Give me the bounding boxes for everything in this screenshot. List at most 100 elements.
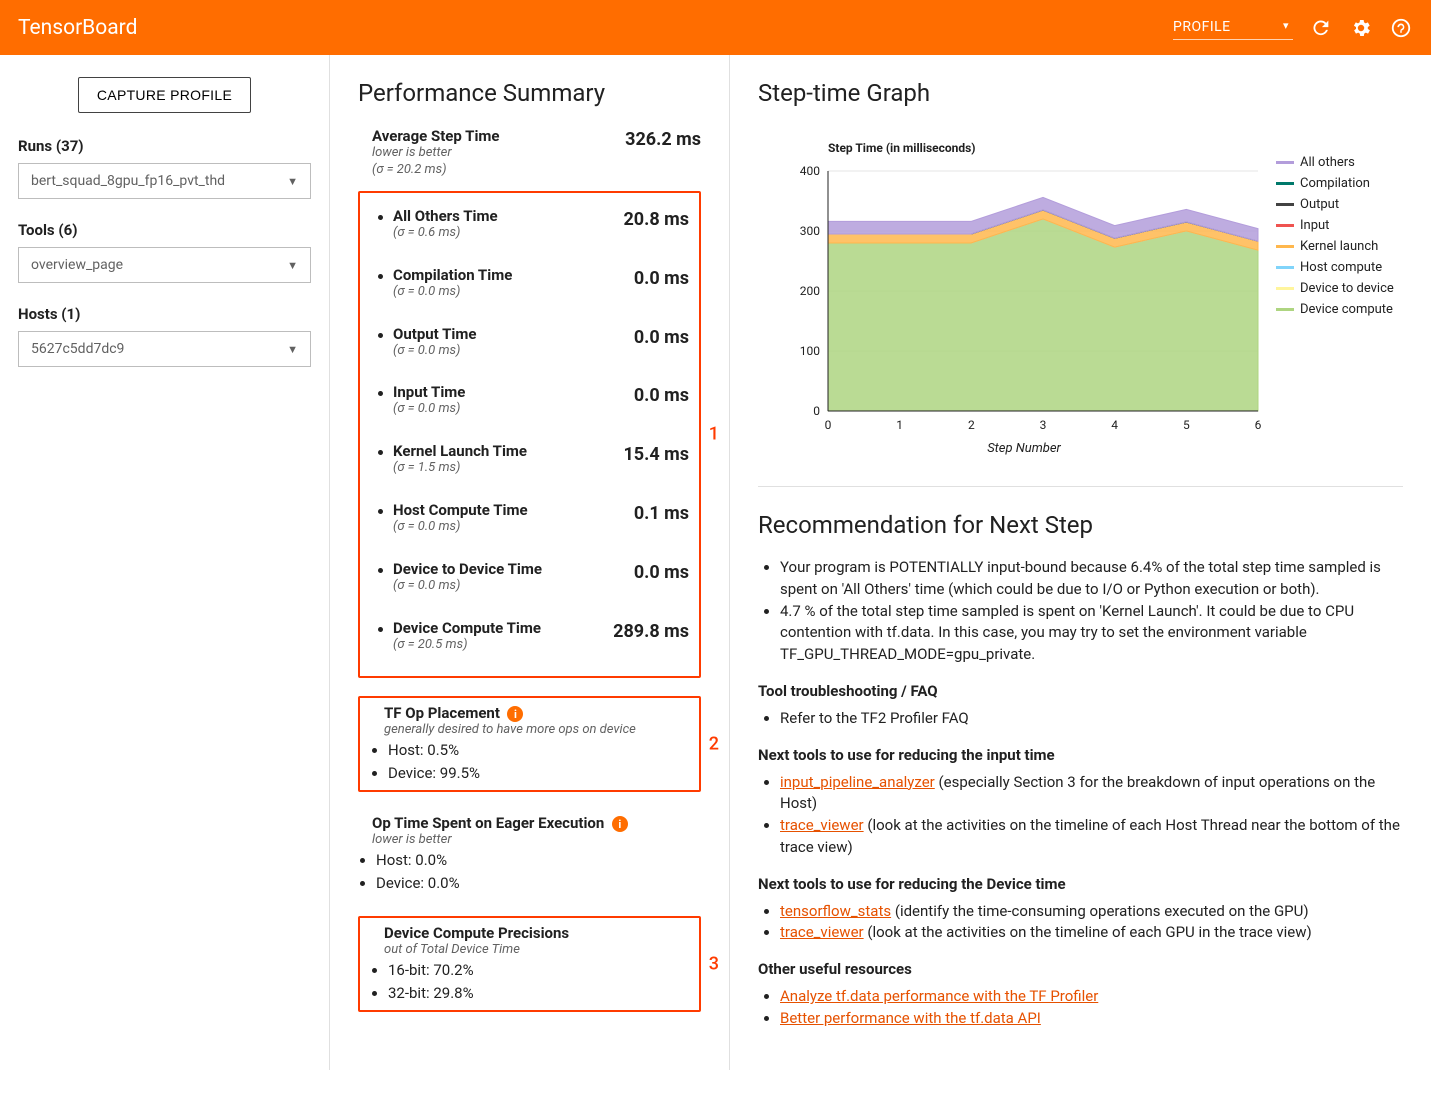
prec-16: 16-bit: 70.2%: [388, 959, 689, 982]
hosts-select[interactable]: 5627c5dd7dc9 ▼: [18, 331, 311, 367]
capture-profile-button[interactable]: CAPTURE PROFILE: [78, 77, 251, 113]
op-placement-box: TF Op Placement i generally desired to h…: [358, 696, 701, 792]
eager-title: Op Time Spent on Eager Execution: [372, 814, 604, 832]
legend-swatch: [1276, 308, 1294, 311]
rec-link[interactable]: trace_viewer: [780, 816, 864, 834]
svg-text:0: 0: [813, 404, 820, 418]
eager-device: Device: 0.0%: [376, 872, 701, 895]
svg-text:1: 1: [896, 418, 903, 432]
legend-label: Kernel launch: [1300, 239, 1378, 254]
rec-link[interactable]: Analyze tf.data performance with the TF …: [780, 987, 1098, 1005]
legend-item: Compilation: [1276, 176, 1394, 191]
svg-text:2: 2: [968, 418, 975, 432]
rec-item: trace_viewer (look at the activities on …: [780, 922, 1403, 944]
legend-label: Input: [1300, 218, 1329, 233]
legend-item: All others: [1276, 155, 1394, 170]
breakdown-label: Compilation Time: [393, 266, 634, 284]
legend-item: Output: [1276, 197, 1394, 212]
input-heading: Next tools to use for reducing the input…: [758, 746, 1403, 764]
info-icon[interactable]: i: [507, 706, 523, 722]
prec-32: 32-bit: 29.8%: [388, 982, 689, 1005]
breakdown-sigma: (σ = 1.5 ms): [393, 460, 623, 477]
breakdown-sigma: (σ = 20.5 ms): [393, 637, 613, 654]
rec-link[interactable]: Better performance with the tf.data API: [780, 1009, 1041, 1027]
legend-swatch: [1276, 203, 1294, 206]
tools-select[interactable]: overview_page ▼: [18, 247, 311, 283]
rec-link[interactable]: input_pipeline_analyzer: [780, 773, 935, 791]
rec-item: Analyze tf.data performance with the TF …: [780, 986, 1403, 1008]
breakdown-sigma: (σ = 0.0 ms): [393, 401, 634, 418]
breakdown-row: Host Compute Time (σ = 0.0 ms) 0.1 ms: [370, 493, 689, 552]
breakdown-label: Device Compute Time: [393, 619, 613, 637]
legend-item: Input: [1276, 218, 1394, 233]
rec-item: Your program is POTENTIALLY input-bound …: [780, 557, 1403, 601]
help-icon[interactable]: [1389, 16, 1413, 40]
eager-sub: lower is better: [372, 832, 701, 849]
svg-text:3: 3: [1040, 418, 1047, 432]
prec-sub: out of Total Device Time: [384, 942, 689, 959]
legend-item: Device to device: [1276, 281, 1394, 296]
graph-title: Step-time Graph: [758, 79, 1403, 107]
breakdown-value: 289.8 ms: [613, 621, 689, 642]
gear-icon[interactable]: [1349, 16, 1373, 40]
right-panel: Step-time Graph Step Time (in millisecon…: [730, 55, 1431, 1070]
eager-host: Host: 0.0%: [376, 849, 701, 872]
rec-item: trace_viewer (look at the activities on …: [780, 815, 1403, 859]
svg-text:300: 300: [800, 224, 820, 238]
chevron-down-icon: ▼: [287, 259, 298, 272]
avg-step-value: 326.2 ms: [625, 129, 701, 150]
rec-item: input_pipeline_analyzer (especially Sect…: [780, 772, 1403, 816]
breakdown-value: 0.0 ms: [634, 385, 689, 406]
header-actions: PROFILE: [1173, 15, 1413, 40]
trouble-heading: Tool troubleshooting / FAQ: [758, 682, 1403, 700]
rec-title: Recommendation for Next Step: [758, 511, 1403, 539]
breakdown-sigma: (σ = 0.0 ms): [393, 519, 634, 536]
rec-link[interactable]: tensorflow_stats: [780, 902, 891, 920]
chart-svg: 01002003004000123456: [784, 165, 1264, 435]
runs-select[interactable]: bert_squad_8gpu_fp16_pvt_thd ▼: [18, 163, 311, 199]
breakdown-label: Host Compute Time: [393, 501, 634, 519]
prec-title: Device Compute Precisions: [384, 924, 689, 942]
breakdown-label: Input Time: [393, 383, 634, 401]
op-host: Host: 0.5%: [388, 739, 689, 762]
breakdown-row: All Others Time (σ = 0.6 ms) 20.8 ms: [370, 199, 689, 258]
legend-label: Device compute: [1300, 302, 1393, 317]
legend-label: All others: [1300, 155, 1355, 170]
other-heading: Other useful resources: [758, 960, 1403, 978]
avg-step-label: Average Step Time: [372, 127, 625, 145]
refresh-icon[interactable]: [1309, 16, 1333, 40]
breakdown-sigma: (σ = 0.0 ms): [393, 343, 634, 360]
breakdown-label: Output Time: [393, 325, 634, 343]
op-device: Device: 99.5%: [388, 762, 689, 785]
tools-label: Tools (6): [18, 221, 311, 239]
tools-value: overview_page: [31, 257, 123, 273]
precision-box: Device Compute Precisions out of Total D…: [358, 916, 701, 1012]
rec-item: tensorflow_stats (identify the time-cons…: [780, 901, 1403, 923]
mode-select[interactable]: PROFILE: [1173, 15, 1293, 40]
svg-text:0: 0: [825, 418, 832, 432]
sidebar: CAPTURE PROFILE Runs (37) bert_squad_8gp…: [0, 55, 330, 1070]
svg-text:400: 400: [800, 165, 820, 178]
breakdown-row: Compilation Time (σ = 0.0 ms) 0.0 ms: [370, 258, 689, 317]
rec-link[interactable]: trace_viewer: [780, 923, 864, 941]
breakdown-value: 0.0 ms: [634, 562, 689, 583]
breakdown-sigma: (σ = 0.6 ms): [393, 225, 623, 242]
app-header: TensorBoard PROFILE: [0, 0, 1431, 55]
marker-1: 1: [709, 424, 719, 445]
recommendations: Recommendation for Next Step Your progra…: [758, 486, 1403, 1030]
runs-label: Runs (37): [18, 137, 311, 155]
avg-step-sub2: (σ = 20.2 ms): [372, 162, 625, 179]
breakdown-row: Device Compute Time (σ = 20.5 ms) 289.8 …: [370, 611, 689, 670]
svg-text:100: 100: [800, 344, 820, 358]
legend-swatch: [1276, 224, 1294, 227]
breakdown-label: Kernel Launch Time: [393, 442, 623, 460]
breakdown-row: Output Time (σ = 0.0 ms) 0.0 ms: [370, 317, 689, 376]
hosts-label: Hosts (1): [18, 305, 311, 323]
trouble-item: Refer to the TF2 Profiler FAQ: [780, 708, 1403, 730]
info-icon[interactable]: i: [612, 816, 628, 832]
breakdown-value: 20.8 ms: [623, 209, 689, 230]
legend-swatch: [1276, 287, 1294, 290]
op-sub: generally desired to have more ops on de…: [384, 722, 689, 739]
breakdown-row: Input Time (σ = 0.0 ms) 0.0 ms: [370, 375, 689, 434]
chevron-down-icon: ▼: [287, 175, 298, 188]
